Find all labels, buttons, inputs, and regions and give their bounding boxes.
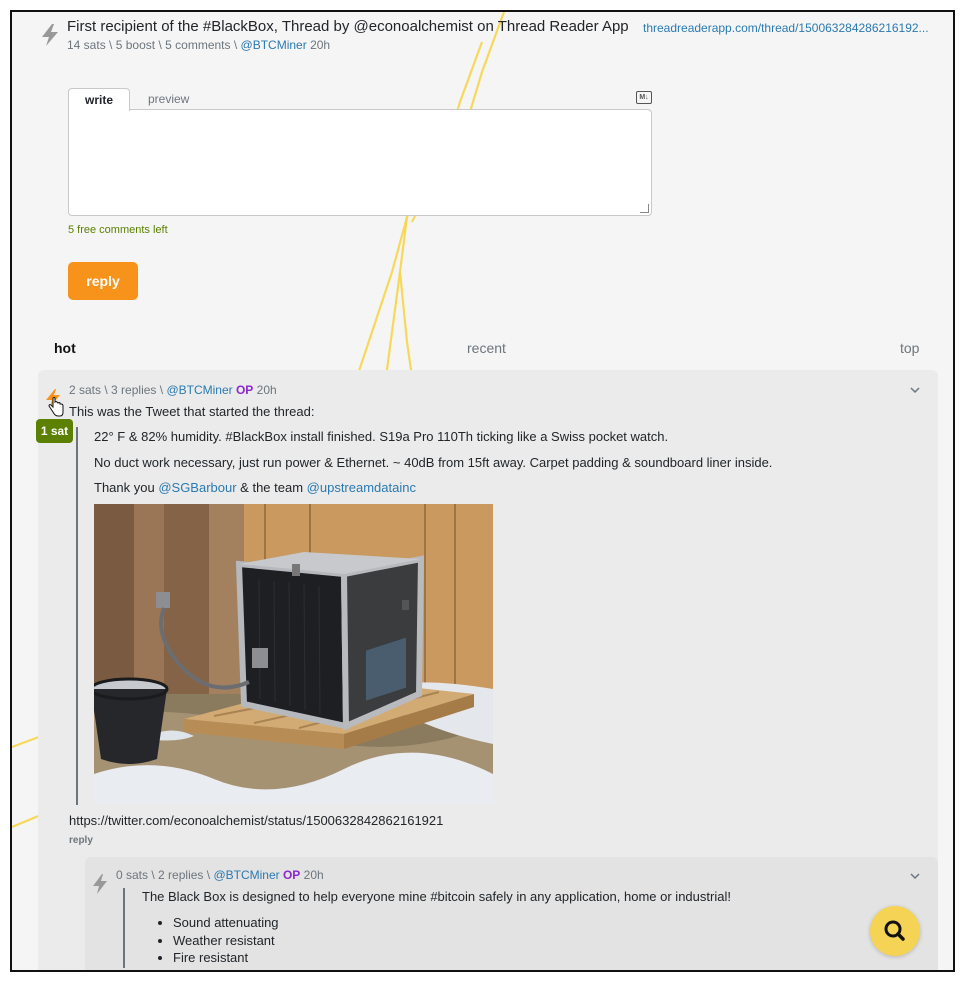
quote-text: Thank you bbox=[94, 480, 159, 495]
comment-intro: This was the Tweet that started the thre… bbox=[69, 404, 315, 419]
op-badge: OP bbox=[282, 868, 301, 882]
search-button[interactable] bbox=[870, 906, 920, 956]
blockquote-bar bbox=[123, 888, 125, 968]
comment-age: 20h bbox=[256, 383, 277, 397]
tab-write[interactable]: write bbox=[68, 88, 131, 111]
list-item: Weather resistant bbox=[173, 932, 279, 950]
post-author-link[interactable]: @BTCMiner bbox=[241, 38, 307, 52]
post-title[interactable]: First recipient of the #BlackBox, Thread… bbox=[67, 18, 629, 35]
page-frame: First recipient of the #BlackBox, Thread… bbox=[10, 10, 955, 972]
mention-link[interactable]: @upstreamdatainc bbox=[307, 480, 416, 495]
chevron-down-icon[interactable] bbox=[910, 386, 920, 394]
op-badge: OP bbox=[235, 383, 254, 397]
list-item: Fire resistant bbox=[173, 949, 279, 967]
comment-sats: 2 sats bbox=[69, 383, 102, 397]
search-icon bbox=[884, 920, 905, 941]
free-comments-label: 5 free comments left bbox=[68, 224, 168, 236]
separator: \ bbox=[151, 868, 155, 882]
post-boost: 5 boost bbox=[115, 38, 156, 52]
post-meta: 14 sats \ 5 boost \ 5 comments \ @BTCMin… bbox=[67, 38, 330, 52]
separator: \ bbox=[159, 383, 164, 397]
list-item: Sound attenuating bbox=[173, 914, 279, 932]
post-url-link[interactable]: threadreaderapp.com/thread/1500632842862… bbox=[643, 21, 939, 35]
reply-button[interactable]: reply bbox=[68, 262, 138, 300]
markdown-icon[interactable]: M↓ bbox=[636, 91, 652, 104]
tweet-photo[interactable] bbox=[94, 504, 493, 804]
tab-preview[interactable]: preview bbox=[132, 88, 205, 110]
quote-line: No duct work necessary, just run power &… bbox=[94, 455, 773, 470]
blockquote-bar bbox=[76, 427, 78, 805]
quote-line: Thank you @SGBarbour & the team @upstrea… bbox=[94, 480, 416, 495]
resize-handle[interactable] bbox=[640, 204, 649, 213]
tweet-link[interactable]: https://twitter.com/econoalchemist/statu… bbox=[69, 813, 443, 828]
hand-cursor-icon bbox=[48, 397, 64, 417]
comment-meta: 0 sats \ 2 replies \ @BTCMiner OP 20h bbox=[116, 868, 324, 882]
post-age: 20h bbox=[310, 38, 331, 52]
comment-meta: 2 sats \ 3 replies \ @BTCMiner OP 20h bbox=[69, 383, 277, 397]
bolt-icon[interactable] bbox=[92, 874, 108, 894]
sort-top[interactable]: top bbox=[900, 340, 919, 356]
separator: \ bbox=[158, 38, 162, 52]
comment-replies[interactable]: 3 replies bbox=[111, 383, 156, 397]
separator: \ bbox=[109, 38, 113, 52]
sort-recent[interactable]: recent bbox=[467, 340, 506, 356]
chevron-down-icon[interactable] bbox=[910, 872, 920, 880]
editor-tabs: write preview M↓ bbox=[68, 88, 652, 111]
post-sats: 14 sats bbox=[67, 38, 106, 52]
comment-text: The Black Box is designed to help everyo… bbox=[142, 889, 731, 904]
feature-list: Sound attenuating Weather resistant Fire… bbox=[157, 914, 279, 967]
quote-text: & the team bbox=[236, 480, 307, 495]
comment-replies[interactable]: 2 replies bbox=[158, 868, 203, 882]
separator: \ bbox=[233, 38, 238, 52]
comment-reply-link[interactable]: reply bbox=[69, 835, 93, 846]
sat-badge: 1 sat bbox=[36, 419, 73, 443]
post-comments[interactable]: 5 comments bbox=[165, 38, 230, 52]
comment-age: 20h bbox=[303, 868, 324, 882]
comment-sats: 0 sats bbox=[116, 868, 149, 882]
sort-hot[interactable]: hot bbox=[54, 340, 76, 356]
separator: \ bbox=[206, 868, 211, 882]
separator: \ bbox=[104, 383, 108, 397]
comment-author-link[interactable]: @BTCMiner bbox=[213, 868, 279, 882]
quote-line: 22° F & 82% humidity. #BlackBox install … bbox=[94, 429, 669, 444]
comment-textarea[interactable] bbox=[68, 109, 652, 216]
comment-author-link[interactable]: @BTCMiner bbox=[166, 383, 232, 397]
mention-link[interactable]: @SGBarbour bbox=[158, 480, 236, 495]
bolt-icon[interactable] bbox=[40, 24, 60, 46]
